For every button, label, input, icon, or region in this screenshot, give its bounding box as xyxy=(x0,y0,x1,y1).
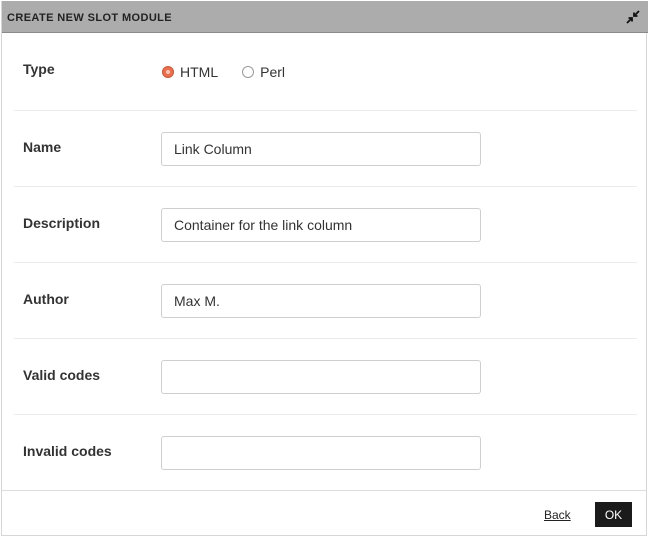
valid-codes-label: Valid codes xyxy=(23,367,101,383)
dialog-titlebar: CREATE NEW SLOT MODULE xyxy=(2,1,648,33)
name-input[interactable] xyxy=(161,132,481,166)
invalid-codes-input[interactable] xyxy=(161,436,481,470)
form-row-description: Description xyxy=(14,187,637,263)
author-label: Author xyxy=(23,291,69,307)
form-row-author: Author xyxy=(14,263,637,339)
collapse-arrows-icon[interactable] xyxy=(626,10,640,24)
type-label: Type xyxy=(23,61,55,77)
form-row-name: Name xyxy=(14,111,637,187)
form-row-invalid-codes: Invalid codes xyxy=(14,415,637,490)
invalid-codes-label: Invalid codes xyxy=(23,443,112,459)
radio-perl-label: Perl xyxy=(260,64,286,80)
back-link[interactable]: Back xyxy=(544,508,571,522)
type-radio-group: HTML Perl xyxy=(162,64,285,80)
form-row-valid-codes: Valid codes xyxy=(14,339,637,415)
valid-codes-input[interactable] xyxy=(161,360,481,394)
description-label: Description xyxy=(23,215,101,231)
radio-html-label: HTML xyxy=(180,64,219,80)
radio-html[interactable]: HTML xyxy=(162,64,218,80)
radio-perl[interactable]: Perl xyxy=(242,64,285,80)
radio-selected-icon[interactable] xyxy=(162,66,174,78)
create-slot-module-dialog: CREATE NEW SLOT MODULE Type HTML Perl Na… xyxy=(1,1,648,537)
dialog-footer: Back OK xyxy=(2,490,646,537)
ok-button[interactable]: OK xyxy=(595,502,632,527)
dialog-title: CREATE NEW SLOT MODULE xyxy=(7,12,173,24)
author-input[interactable] xyxy=(161,284,481,318)
radio-unselected-icon[interactable] xyxy=(242,66,255,78)
description-input[interactable] xyxy=(161,208,481,242)
name-label: Name xyxy=(23,139,62,155)
form-rows: Type HTML Perl Name Description Author xyxy=(14,33,637,490)
form-row-type: Type HTML Perl xyxy=(14,33,637,111)
